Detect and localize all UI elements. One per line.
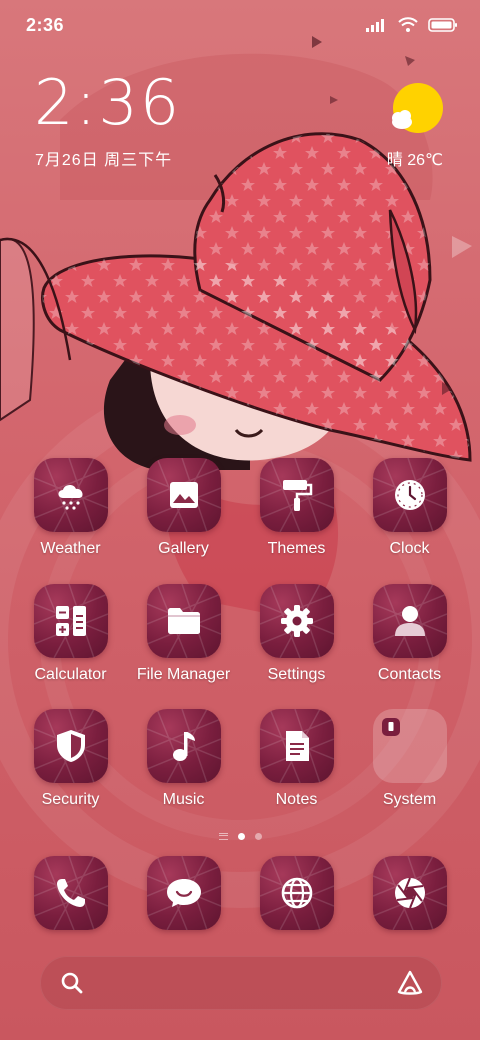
app-weather[interactable]: Weather <box>14 458 127 558</box>
status-bar: 2:36 <box>0 0 480 50</box>
app-icon-tile[interactable] <box>372 856 447 930</box>
note-icon <box>285 731 309 761</box>
clock-icon <box>394 480 425 510</box>
app-icon-tile[interactable] <box>146 584 221 658</box>
battery-icon <box>428 18 457 32</box>
folder-system[interactable]: System <box>353 709 466 809</box>
app-icon-tile[interactable] <box>372 458 447 532</box>
app-label: Gallery <box>158 540 209 557</box>
app-themes[interactable]: Themes <box>240 458 353 558</box>
app-icon-tile[interactable] <box>259 584 334 658</box>
app-contacts[interactable]: Contacts <box>353 584 466 684</box>
app-label: Weather <box>40 540 101 557</box>
page-indicator[interactable] <box>0 826 480 846</box>
gear-icon <box>280 605 313 637</box>
dock-camera[interactable] <box>353 856 466 930</box>
app-label: Contacts <box>377 666 442 683</box>
folder-mini-app-icon <box>381 718 400 736</box>
app-label: Themes <box>267 540 326 557</box>
app-icon-tile[interactable] <box>33 856 108 930</box>
app-music[interactable]: Music <box>127 709 240 809</box>
music-note-icon <box>172 732 195 761</box>
app-drawer-indicator-icon[interactable] <box>218 832 228 840</box>
person-icon <box>394 606 425 636</box>
dock-browser[interactable] <box>240 856 353 930</box>
folder-icon <box>167 608 200 634</box>
app-icon-tile[interactable] <box>259 856 334 930</box>
gallery-icon <box>169 482 198 508</box>
search-icon[interactable] <box>60 971 84 995</box>
shield-icon <box>56 730 85 762</box>
app-label: System <box>382 791 437 808</box>
app-security[interactable]: Security <box>14 709 127 809</box>
wifi-icon <box>398 17 418 32</box>
paint-roller-icon <box>282 480 312 511</box>
app-icon-tile[interactable] <box>372 584 447 658</box>
phone-icon <box>56 879 85 907</box>
app-icon-tile[interactable] <box>259 458 334 532</box>
search-bar[interactable] <box>40 956 442 1010</box>
status-icons <box>366 14 458 36</box>
app-label: Notes <box>275 791 318 808</box>
app-icon-tile[interactable] <box>33 458 108 532</box>
signal-icon <box>366 19 384 32</box>
folder-group-icon[interactable] <box>372 709 447 783</box>
app-gallery[interactable]: Gallery <box>127 458 240 558</box>
mini-app-glyph <box>388 722 393 731</box>
app-file-manager[interactable]: File Manager <box>127 584 240 684</box>
weather-icon <box>58 484 83 510</box>
page-dot-active[interactable] <box>237 832 245 840</box>
app-label: Calculator <box>34 666 107 683</box>
app-icon-tile[interactable] <box>146 458 221 532</box>
dock-phone[interactable] <box>14 856 127 930</box>
clock-widget-time[interactable]: 2:36 <box>34 72 181 134</box>
messages-icon <box>166 879 201 907</box>
clock-widget-date: 7月26日 周三下午 <box>35 152 173 169</box>
app-clock[interactable]: Clock <box>353 458 466 558</box>
assistant-icon[interactable] <box>396 969 424 997</box>
page-dot[interactable] <box>254 832 262 840</box>
browser-globe-icon <box>281 877 312 909</box>
app-label: File Manager <box>136 666 231 683</box>
app-settings[interactable]: Settings <box>240 584 353 684</box>
camera-shutter-icon <box>394 877 425 909</box>
weather-widget-text: 晴 26℃ <box>386 152 443 169</box>
app-icon-tile[interactable] <box>146 856 221 930</box>
app-icon-tile[interactable] <box>259 709 334 783</box>
app-calculator[interactable]: Calculator <box>14 584 127 684</box>
app-icon-tile[interactable] <box>33 709 108 783</box>
status-time: 2:36 <box>26 15 65 35</box>
calculator-icon <box>55 606 86 636</box>
app-icon-tile[interactable] <box>33 584 108 658</box>
app-label: Settings <box>267 666 326 683</box>
app-label: Music <box>162 791 205 808</box>
sun-cloud-icon[interactable] <box>388 82 444 138</box>
app-label: Security <box>41 791 100 808</box>
app-notes[interactable]: Notes <box>240 709 353 809</box>
dock-messages[interactable] <box>127 856 240 930</box>
app-icon-tile[interactable] <box>146 709 221 783</box>
app-label: Clock <box>389 540 430 557</box>
